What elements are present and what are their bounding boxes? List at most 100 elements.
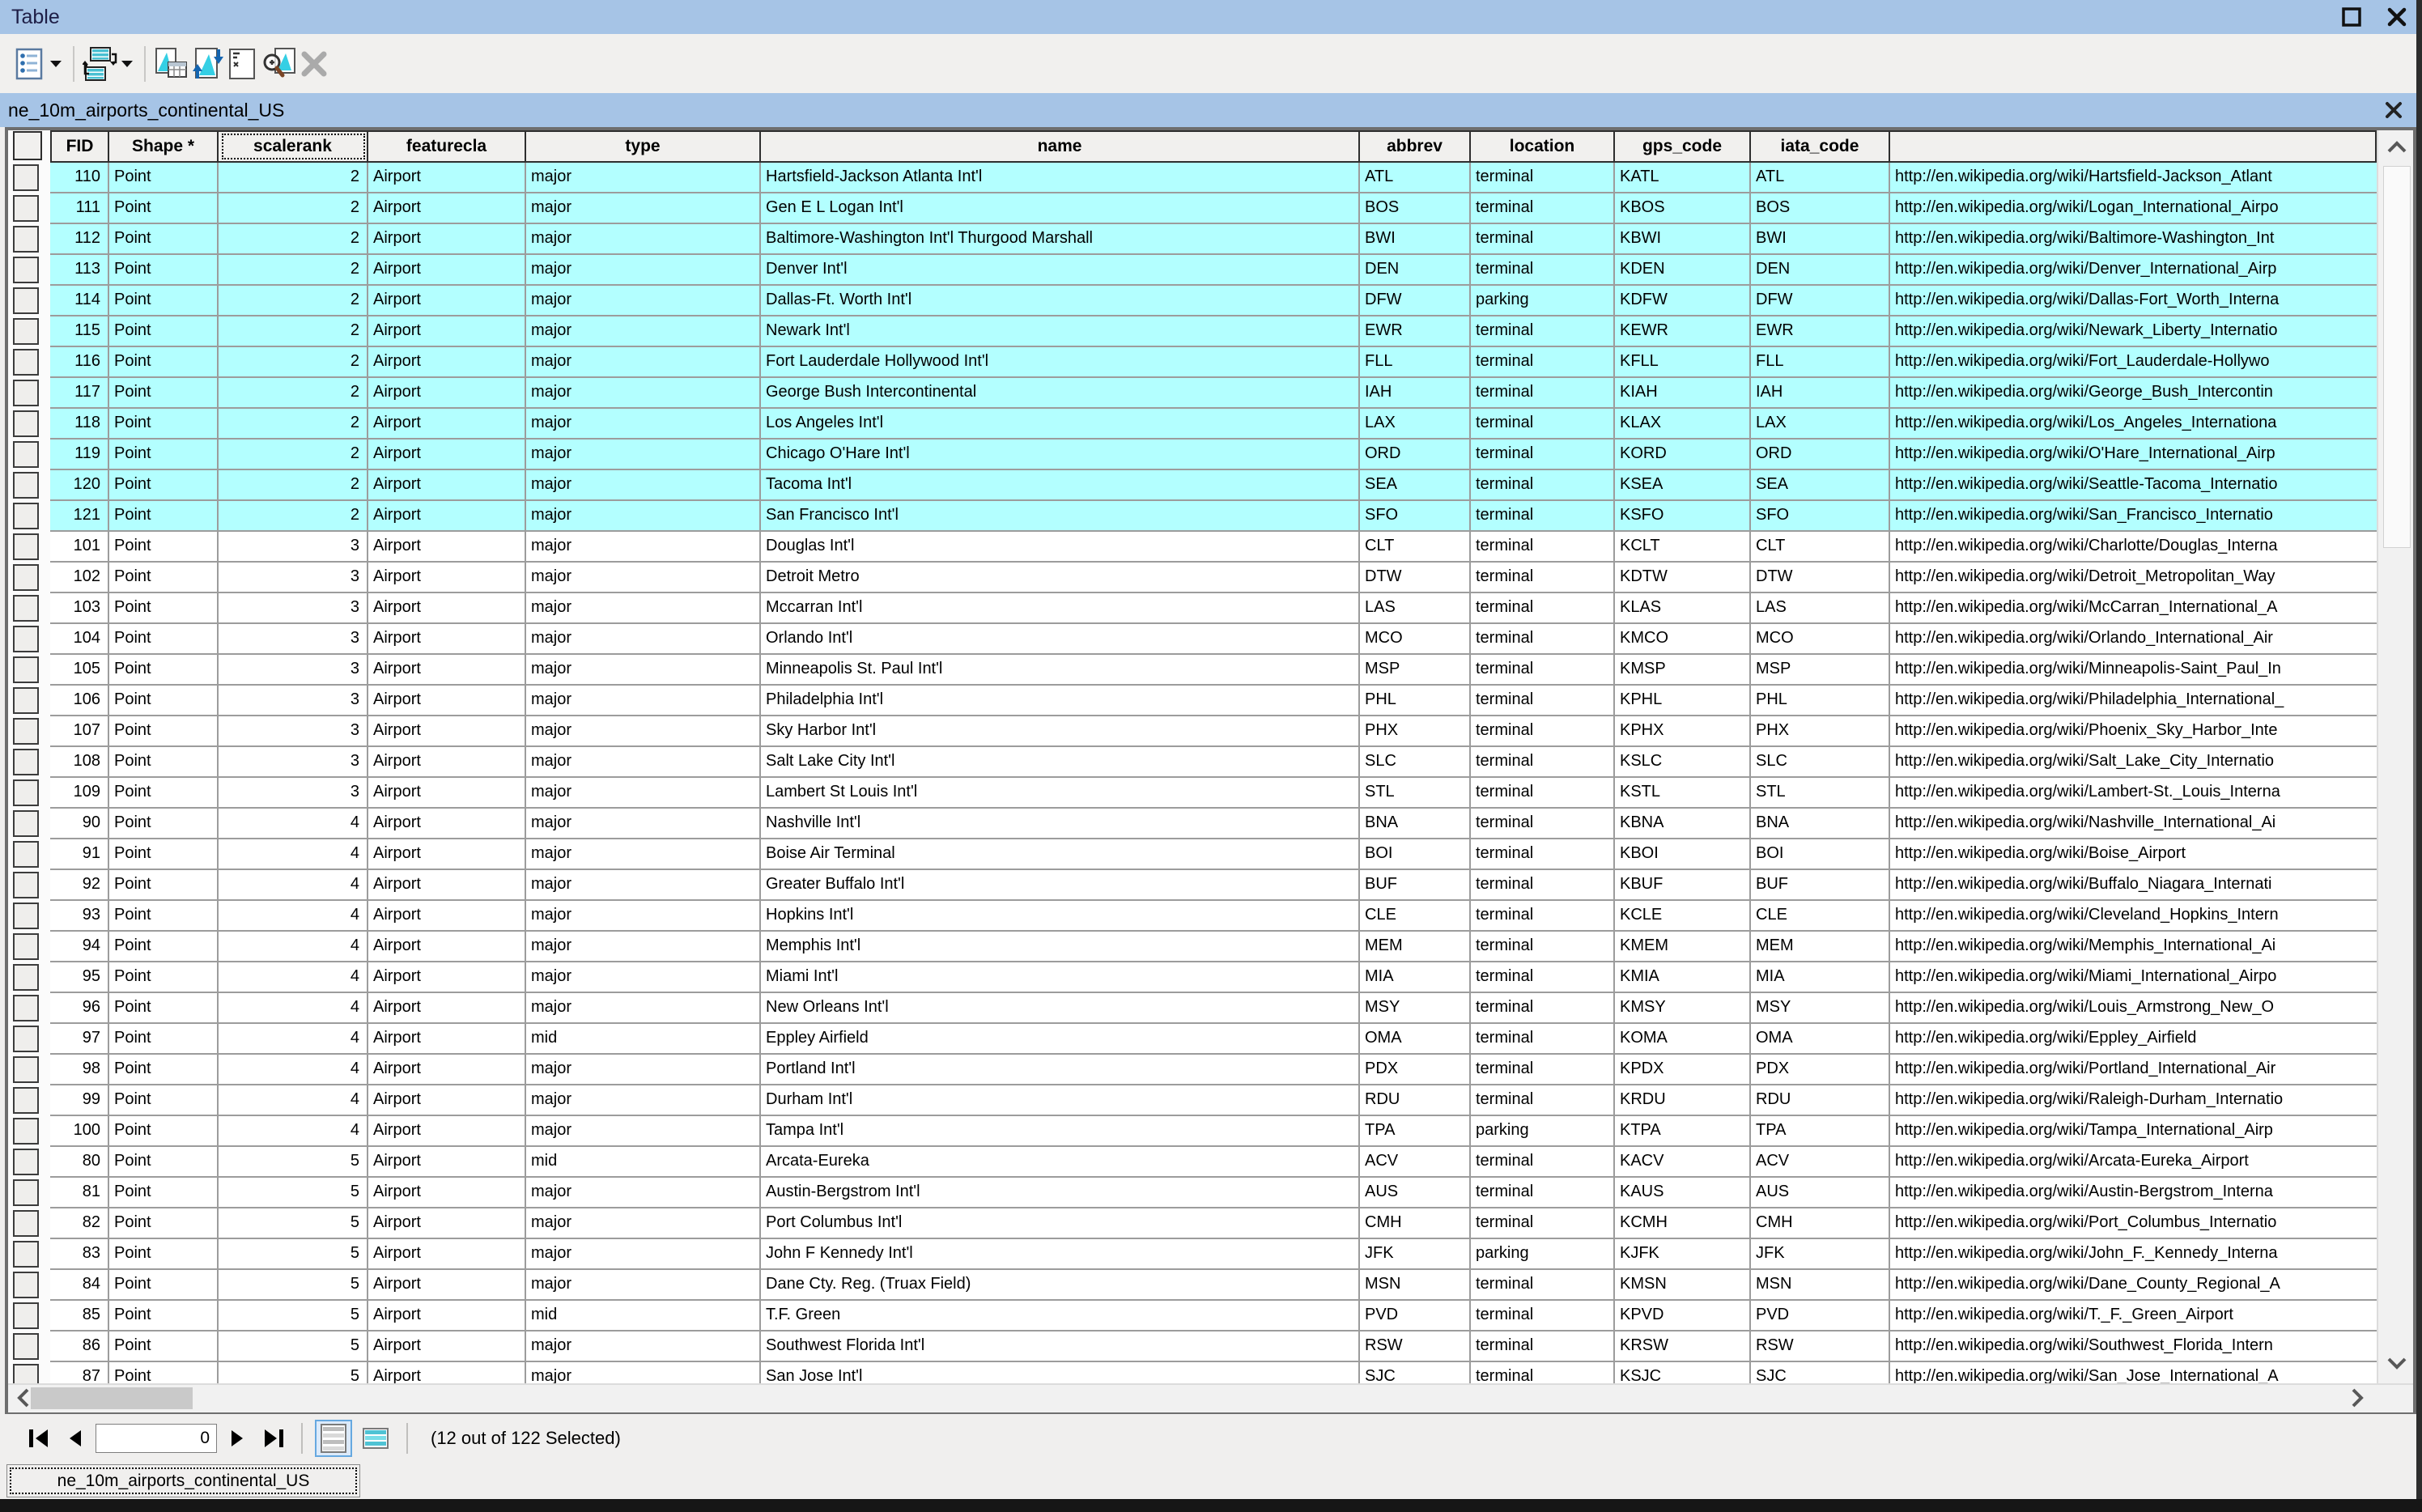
cell-location[interactable]: terminal (1471, 839, 1615, 870)
last-record-button[interactable] (256, 1421, 291, 1456)
cell-type[interactable]: major (526, 255, 761, 286)
cell-shape[interactable]: Point (109, 501, 219, 532)
cell-url[interactable]: http://en.wikipedia.org/wiki/Austin-Berg… (1890, 1178, 2377, 1208)
cell-type[interactable]: major (526, 286, 761, 316)
cell-url[interactable]: http://en.wikipedia.org/wiki/Hartsfield-… (1890, 163, 2377, 193)
row-selector[interactable] (8, 1208, 50, 1239)
table-row[interactable]: 82 Point 5 Airport major Port Columbus Int'l C… (8, 1208, 2377, 1239)
cell-shape[interactable]: Point (109, 470, 219, 501)
cell-scalerank[interactable]: 3 (219, 747, 368, 778)
cell-shape[interactable]: Point (109, 1055, 219, 1085)
cell-abbrev[interactable]: SLC (1360, 747, 1471, 778)
cell-type[interactable]: major (526, 1362, 761, 1383)
row-selector[interactable] (8, 716, 50, 747)
row-selector[interactable] (8, 747, 50, 778)
cell-gps_code[interactable]: KCLT (1615, 532, 1751, 563)
cell-scalerank[interactable]: 2 (219, 347, 368, 378)
cell-scalerank[interactable]: 3 (219, 686, 368, 716)
cell-scalerank[interactable]: 3 (219, 655, 368, 686)
cell-shape[interactable]: Point (109, 1331, 219, 1362)
row-selector[interactable] (8, 1147, 50, 1178)
table-row[interactable]: 96 Point 4 Airport major New Orleans Int'l MSY… (8, 993, 2377, 1024)
cell-type[interactable]: major (526, 1055, 761, 1085)
cell-scalerank[interactable]: 4 (219, 1085, 368, 1116)
cell-type[interactable]: major (526, 440, 761, 470)
cell-shape[interactable]: Point (109, 655, 219, 686)
cell-type[interactable]: major (526, 501, 761, 532)
table-row[interactable]: 97 Point 4 Airport mid Eppley Airfield OMA term… (8, 1024, 2377, 1055)
column-header-featurecla[interactable]: featurecla (368, 130, 526, 163)
cell-iata_code[interactable]: CLE (1751, 901, 1890, 932)
cell-featurecla[interactable]: Airport (368, 1301, 526, 1331)
cell-name[interactable]: Mccarran Int'l (761, 593, 1360, 624)
cell-name[interactable]: Portland Int'l (761, 1055, 1360, 1085)
cell-type[interactable]: major (526, 409, 761, 440)
cell-abbrev[interactable]: MIA (1360, 962, 1471, 993)
cell-featurecla[interactable]: Airport (368, 532, 526, 563)
cell-iata_code[interactable]: MSY (1751, 993, 1890, 1024)
cell-name[interactable]: Dane Cty. Reg. (Truax Field) (761, 1270, 1360, 1301)
cell-abbrev[interactable]: BOI (1360, 839, 1471, 870)
cell-type[interactable]: major (526, 686, 761, 716)
cell-fid[interactable]: 92 (50, 870, 109, 901)
cell-featurecla[interactable]: Airport (368, 255, 526, 286)
cell-abbrev[interactable]: SEA (1360, 470, 1471, 501)
table-row[interactable]: 108 Point 3 Airport major Salt Lake City Int'… (8, 747, 2377, 778)
cell-location[interactable]: terminal (1471, 255, 1615, 286)
cell-iata_code[interactable]: MSN (1751, 1270, 1890, 1301)
cell-gps_code[interactable]: KMCO (1615, 624, 1751, 655)
row-selector[interactable] (8, 378, 50, 409)
cell-name[interactable]: Nashville Int'l (761, 809, 1360, 839)
cell-iata_code[interactable]: IAH (1751, 378, 1890, 409)
cell-type[interactable]: major (526, 870, 761, 901)
table-row[interactable]: 86 Point 5 Airport major Southwest Florida In… (8, 1331, 2377, 1362)
cell-featurecla[interactable]: Airport (368, 747, 526, 778)
select-all-corner[interactable] (8, 130, 50, 163)
row-selector[interactable] (8, 870, 50, 901)
cell-location[interactable]: terminal (1471, 809, 1615, 839)
cell-fid[interactable]: 85 (50, 1301, 109, 1331)
cell-shape[interactable]: Point (109, 593, 219, 624)
cell-featurecla[interactable]: Airport (368, 1239, 526, 1270)
cell-abbrev[interactable]: SJC (1360, 1362, 1471, 1383)
cell-shape[interactable]: Point (109, 563, 219, 593)
cell-type[interactable]: major (526, 347, 761, 378)
cell-gps_code[interactable]: KBWI (1615, 224, 1751, 255)
cell-featurecla[interactable]: Airport (368, 839, 526, 870)
cell-type[interactable]: mid (526, 1301, 761, 1331)
cell-name[interactable]: Southwest Florida Int'l (761, 1331, 1360, 1362)
cell-iata_code[interactable]: ORD (1751, 440, 1890, 470)
cell-iata_code[interactable]: SLC (1751, 747, 1890, 778)
cell-url[interactable]: http://en.wikipedia.org/wiki/Baltimore-W… (1890, 224, 2377, 255)
show-selected-records-button[interactable] (357, 1420, 394, 1457)
cell-location[interactable]: terminal (1471, 870, 1615, 901)
row-selector[interactable] (8, 1301, 50, 1331)
cell-featurecla[interactable]: Airport (368, 1085, 526, 1116)
cell-type[interactable]: major (526, 1208, 761, 1239)
cell-featurecla[interactable]: Airport (368, 686, 526, 716)
cell-url[interactable]: http://en.wikipedia.org/wiki/Fort_Lauder… (1890, 347, 2377, 378)
cell-location[interactable]: terminal (1471, 316, 1615, 347)
cell-shape[interactable]: Point (109, 440, 219, 470)
cell-abbrev[interactable]: PHL (1360, 686, 1471, 716)
cell-iata_code[interactable]: ATL (1751, 163, 1890, 193)
cell-scalerank[interactable]: 2 (219, 255, 368, 286)
cell-location[interactable]: terminal (1471, 1055, 1615, 1085)
cell-abbrev[interactable]: BUF (1360, 870, 1471, 901)
cell-location[interactable]: terminal (1471, 593, 1615, 624)
cell-url[interactable]: http://en.wikipedia.org/wiki/Dallas-Fort… (1890, 286, 2377, 316)
cell-iata_code[interactable]: MCO (1751, 624, 1890, 655)
cell-scalerank[interactable]: 5 (219, 1178, 368, 1208)
cell-featurecla[interactable]: Airport (368, 501, 526, 532)
cell-gps_code[interactable]: KORD (1615, 440, 1751, 470)
cell-abbrev[interactable]: LAX (1360, 409, 1471, 440)
table-row[interactable]: 117 Point 2 Airport major George Bush Interco… (8, 378, 2377, 409)
cell-gps_code[interactable]: KPHL (1615, 686, 1751, 716)
cell-featurecla[interactable]: Airport (368, 1331, 526, 1362)
table-row[interactable]: 99 Point 4 Airport major Durham Int'l RDU termi… (8, 1085, 2377, 1116)
cell-shape[interactable]: Point (109, 778, 219, 809)
cell-gps_code[interactable]: KDFW (1615, 286, 1751, 316)
cell-location[interactable]: terminal (1471, 655, 1615, 686)
table-row[interactable]: 111 Point 2 Airport major Gen E L Logan Int'l… (8, 193, 2377, 224)
cell-url[interactable]: http://en.wikipedia.org/wiki/Louis_Armst… (1890, 993, 2377, 1024)
